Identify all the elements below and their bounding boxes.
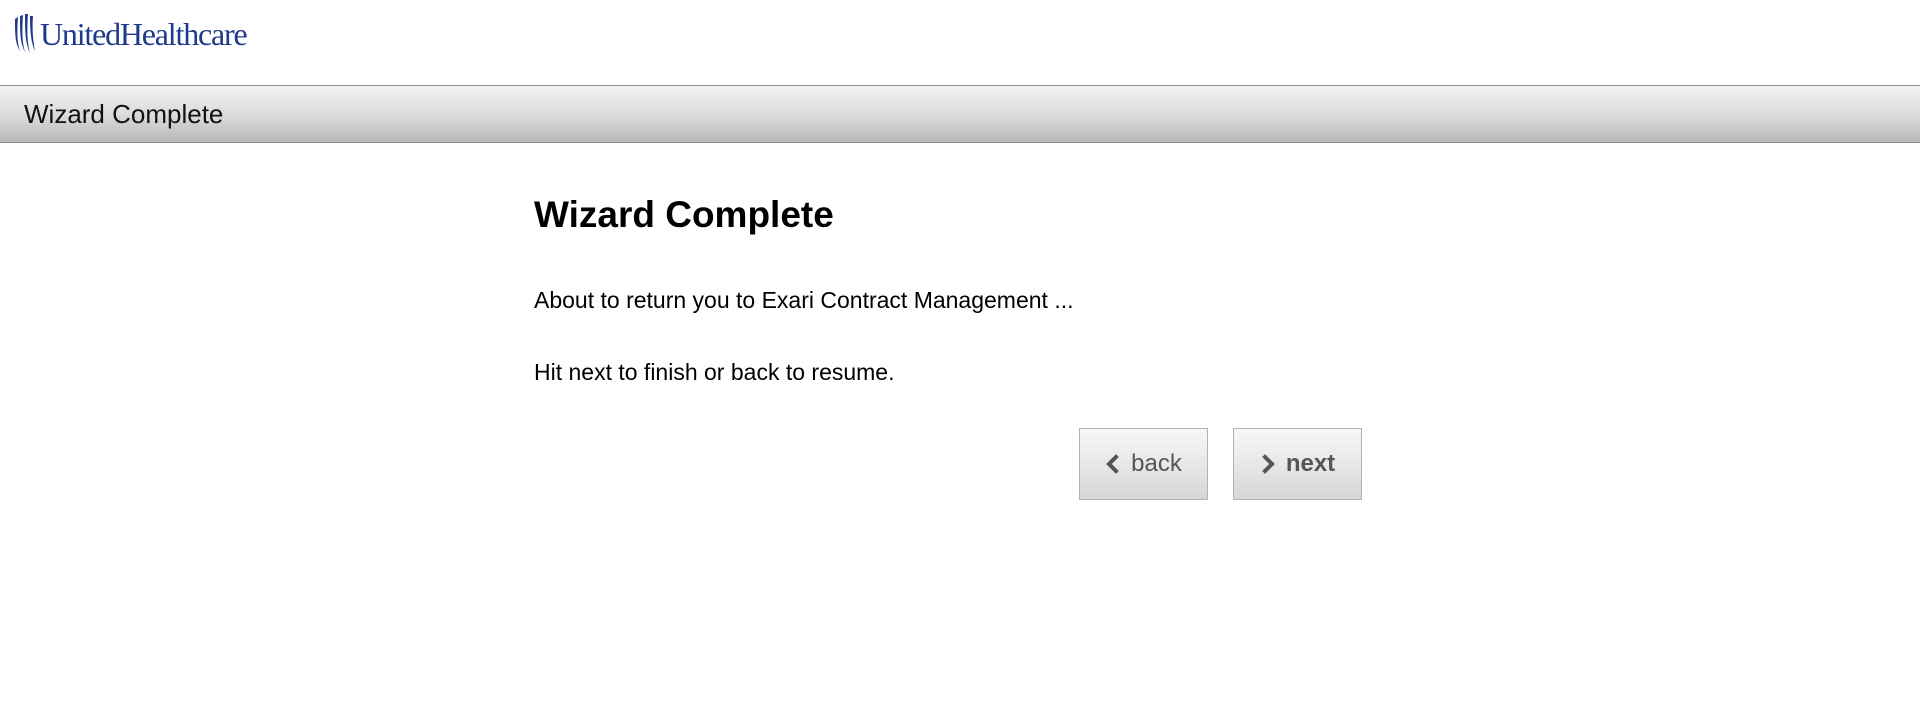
next-button-label: next [1285, 450, 1336, 477]
unitedhealthcare-logo: UnitedHealthcare [12, 13, 248, 55]
chevron-left-icon [1106, 454, 1119, 474]
back-button-label: back [1131, 450, 1182, 477]
chevron-right-icon [1261, 454, 1275, 474]
page-title-bar: Wizard Complete [0, 85, 1920, 143]
wizard-heading: Wizard Complete [534, 194, 834, 235]
page-title: Wizard Complete [24, 99, 224, 129]
logo-text: UnitedHealthcare [40, 16, 248, 52]
uhc-logo-icon [15, 14, 35, 53]
wizard-content: Wizard Complete About to return you to E… [534, 190, 1364, 500]
back-button[interactable]: back [1079, 428, 1208, 500]
return-message: About to return you to Exari Contract Ma… [534, 287, 1074, 313]
top-header: UnitedHealthcare [0, 0, 1920, 85]
instruction-text: Hit next to finish or back to resume. [534, 359, 895, 385]
next-button[interactable]: next [1233, 428, 1362, 500]
